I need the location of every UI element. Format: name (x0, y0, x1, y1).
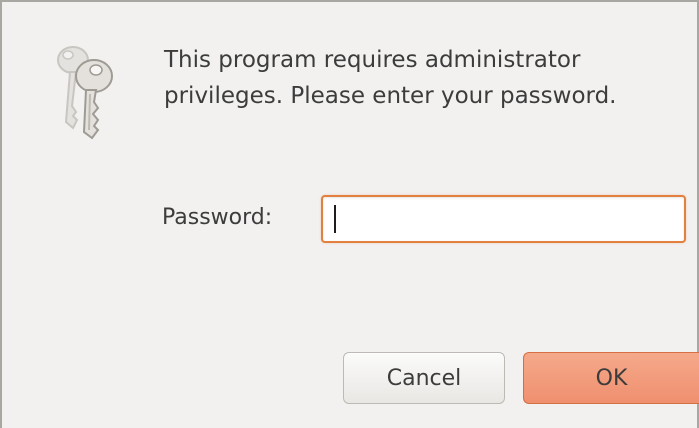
keys-icon (57, 46, 113, 140)
text-caret (334, 205, 336, 233)
ok-button[interactable]: OK (523, 352, 699, 404)
password-label: Password: (162, 205, 273, 230)
auth-dialog: This program requires administrator priv… (0, 0, 699, 428)
cancel-button[interactable]: Cancel (343, 352, 505, 404)
dialog-message: This program requires administrator priv… (164, 47, 617, 109)
password-field[interactable] (321, 195, 686, 243)
